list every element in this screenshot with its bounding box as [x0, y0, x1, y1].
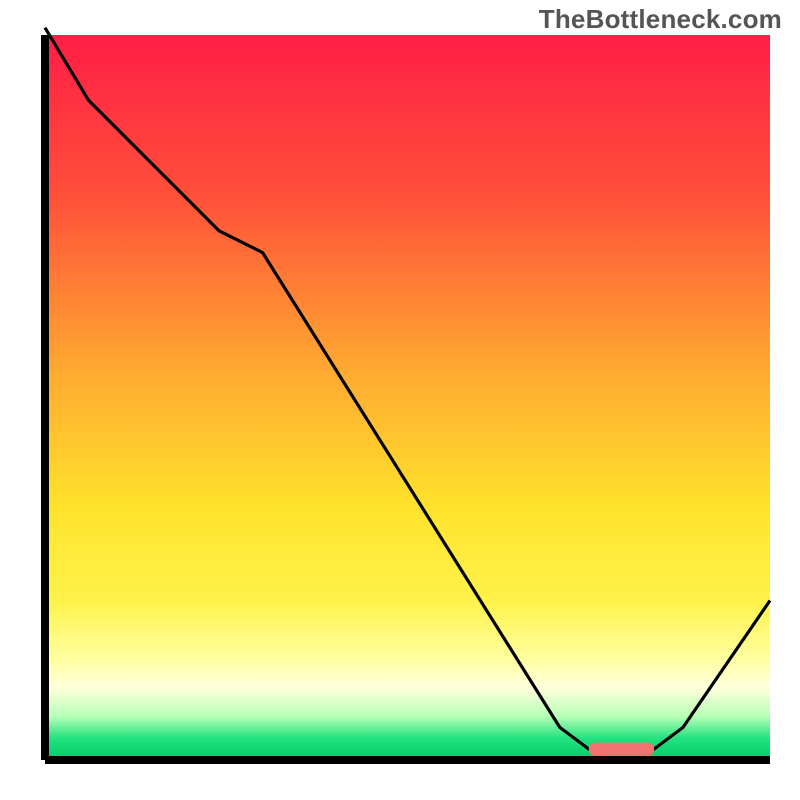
marker-bar — [589, 743, 654, 756]
chart-container: TheBottleneck.com — [0, 0, 800, 800]
plot-area — [45, 35, 770, 760]
chart-svg — [0, 0, 800, 800]
